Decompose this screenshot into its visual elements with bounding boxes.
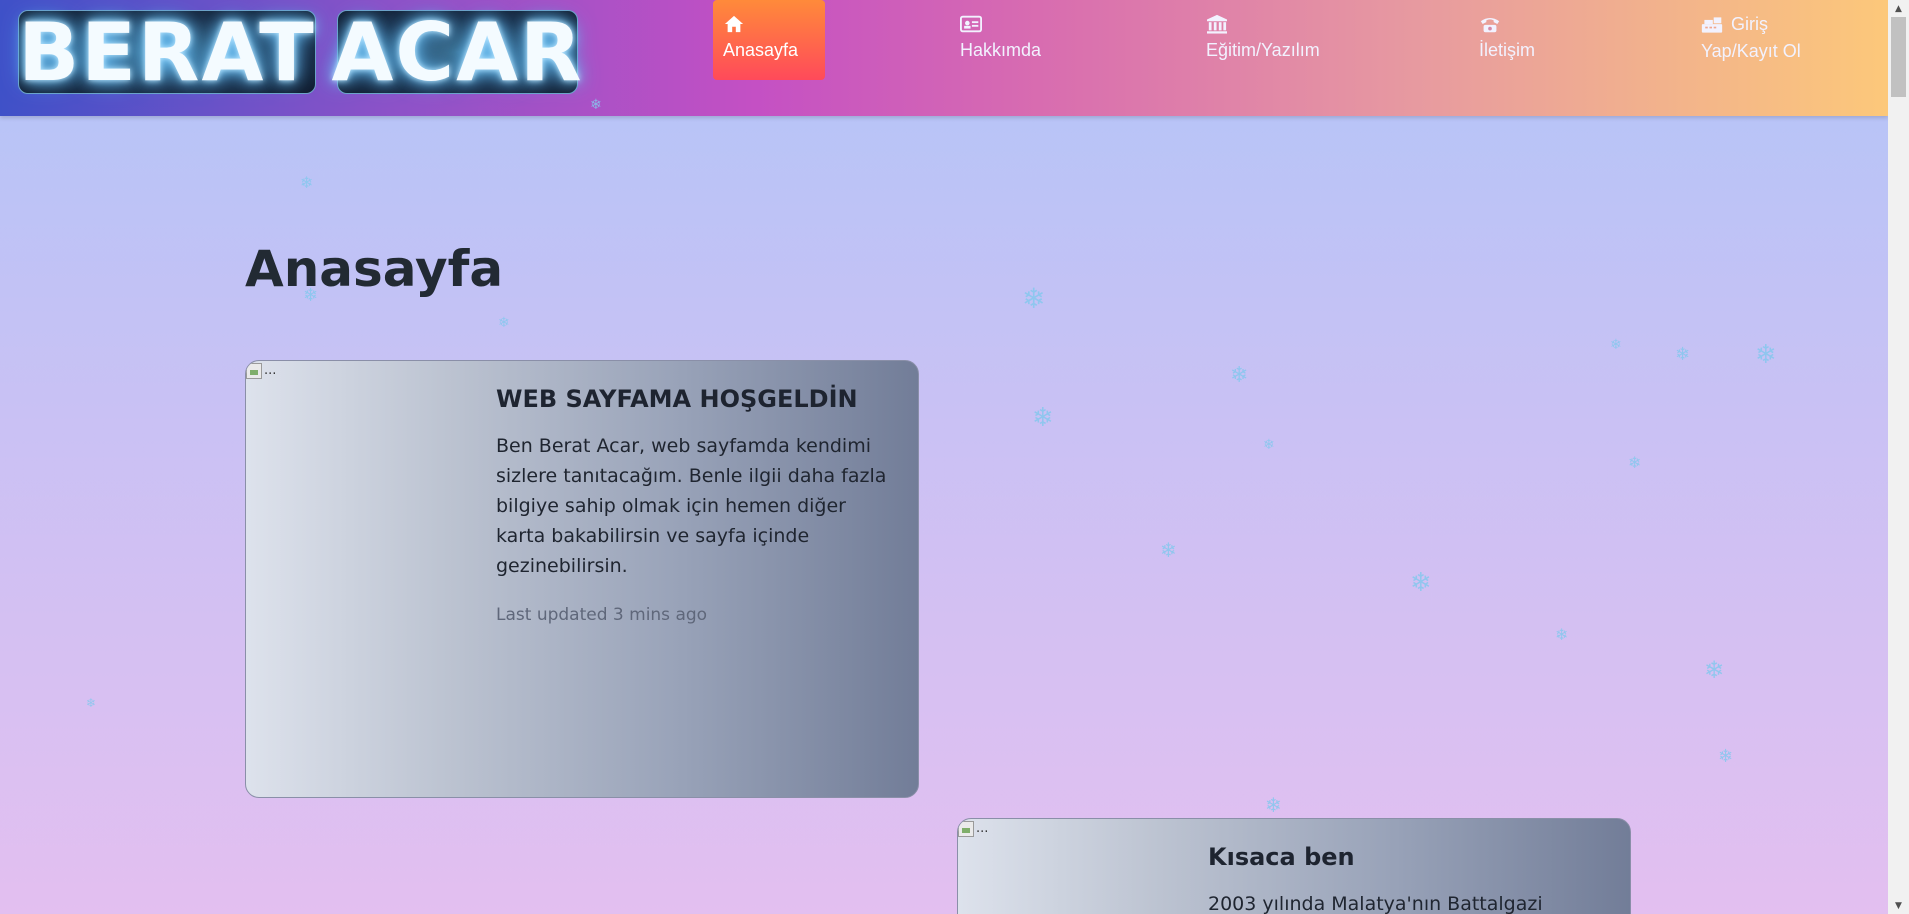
welcome-card: ... WEB SAYFAMA HOŞGELDİN Ben Berat Acar… bbox=[245, 360, 919, 798]
nav-login-label-1: Giriş bbox=[1731, 14, 1768, 34]
scroll-down-arrow-icon[interactable]: ▼ bbox=[1888, 897, 1909, 914]
snowflake-icon: ❄ bbox=[1263, 437, 1275, 453]
card-title: Kısaca ben bbox=[1208, 843, 1355, 871]
card-body: Kısaca ben 2003 yılında Malatya'nın Batt… bbox=[1208, 843, 1608, 914]
nav-contact[interactable]: İletişim bbox=[1479, 0, 1535, 80]
card-body: WEB SAYFAMA HOŞGELDİN Ben Berat Acar, we… bbox=[496, 385, 896, 625]
nav-education[interactable]: Eğitim/Yazılım bbox=[1206, 0, 1320, 80]
navbar: BERAT ACAR Anasayfa Hakkımda Eğitim/Yazı… bbox=[0, 0, 1888, 116]
scroll-up-arrow-icon[interactable]: ▲ bbox=[1888, 0, 1909, 17]
snowflake-icon: ❄ bbox=[1704, 656, 1725, 684]
nav-education-label: Eğitim/Yazılım bbox=[1206, 40, 1320, 60]
snowflake-icon: ❄ bbox=[1718, 746, 1734, 767]
broken-image-icon bbox=[246, 363, 262, 379]
snowflake-icon: ❄ bbox=[1022, 282, 1046, 315]
nav-about-label: Hakkımda bbox=[960, 40, 1042, 60]
logo-berat[interactable]: BERAT bbox=[18, 6, 316, 99]
card-title: WEB SAYFAMA HOŞGELDİN bbox=[496, 385, 858, 413]
logo-text-1: BERAT bbox=[18, 5, 316, 99]
nav-home-label: Anasayfa bbox=[723, 40, 799, 60]
id-card-icon bbox=[960, 15, 982, 33]
snowflake-icon: ❄ bbox=[1230, 363, 1249, 388]
snowflake-icon: ❄ bbox=[498, 315, 510, 331]
about-card: ... Kısaca ben 2003 yılında Malatya'nın … bbox=[957, 818, 1631, 914]
snowflake-icon: ❄ bbox=[86, 696, 97, 710]
snowflake-icon: ❄ bbox=[1610, 337, 1622, 353]
snowflake-icon: ❄ bbox=[1555, 625, 1569, 644]
telephone-icon bbox=[1480, 18, 1500, 33]
snowflake-icon: ❄ bbox=[1675, 344, 1691, 365]
snowflake-icon: ❄ bbox=[1160, 538, 1177, 562]
snowflake-icon: ❄ bbox=[1265, 793, 1282, 817]
cash-register-icon bbox=[1701, 16, 1723, 33]
card-text: Ben Berat Acar, web sayfamda kendimi siz… bbox=[496, 435, 887, 577]
page-title: Anasayfa bbox=[245, 240, 504, 298]
broken-image-icon bbox=[958, 821, 974, 837]
logo-text-2: ACAR bbox=[331, 5, 584, 99]
snowflake-icon: ❄ bbox=[590, 97, 602, 113]
snowflake-icon: ❄ bbox=[1410, 568, 1432, 598]
nav-about[interactable]: Hakkımda bbox=[960, 0, 1041, 80]
snowflake-icon: ❄ bbox=[1628, 453, 1642, 472]
snowflake-icon: ❄ bbox=[300, 173, 314, 192]
card-image: ... bbox=[246, 363, 276, 379]
card-updated: Last updated 3 mins ago bbox=[496, 605, 708, 625]
page-scrollbar[interactable]: ▲ ▼ bbox=[1888, 0, 1909, 914]
home-icon bbox=[724, 15, 744, 33]
nav-contact-label: İletişim bbox=[1479, 40, 1536, 60]
snowflake-icon: ❄ bbox=[1032, 403, 1054, 433]
card-text: 2003 yılında Malatya'nın Battalgazi ilçe… bbox=[1208, 893, 1543, 914]
snowflake-icon: ❄ bbox=[1755, 340, 1777, 370]
card-image-alt: ... bbox=[976, 821, 989, 836]
scroll-thumb[interactable] bbox=[1891, 17, 1906, 97]
card-image: ... bbox=[958, 821, 988, 837]
nav-login[interactable]: Giriş Yap/Kayıt Ol bbox=[1701, 0, 1801, 80]
institution-icon bbox=[1207, 14, 1227, 34]
logo-acar[interactable]: ACAR bbox=[331, 6, 581, 99]
nav-login-label-2: Yap/Kayıt Ol bbox=[1701, 41, 1801, 61]
nav-home[interactable]: Anasayfa bbox=[713, 0, 825, 80]
card-image-alt: ... bbox=[264, 363, 277, 378]
